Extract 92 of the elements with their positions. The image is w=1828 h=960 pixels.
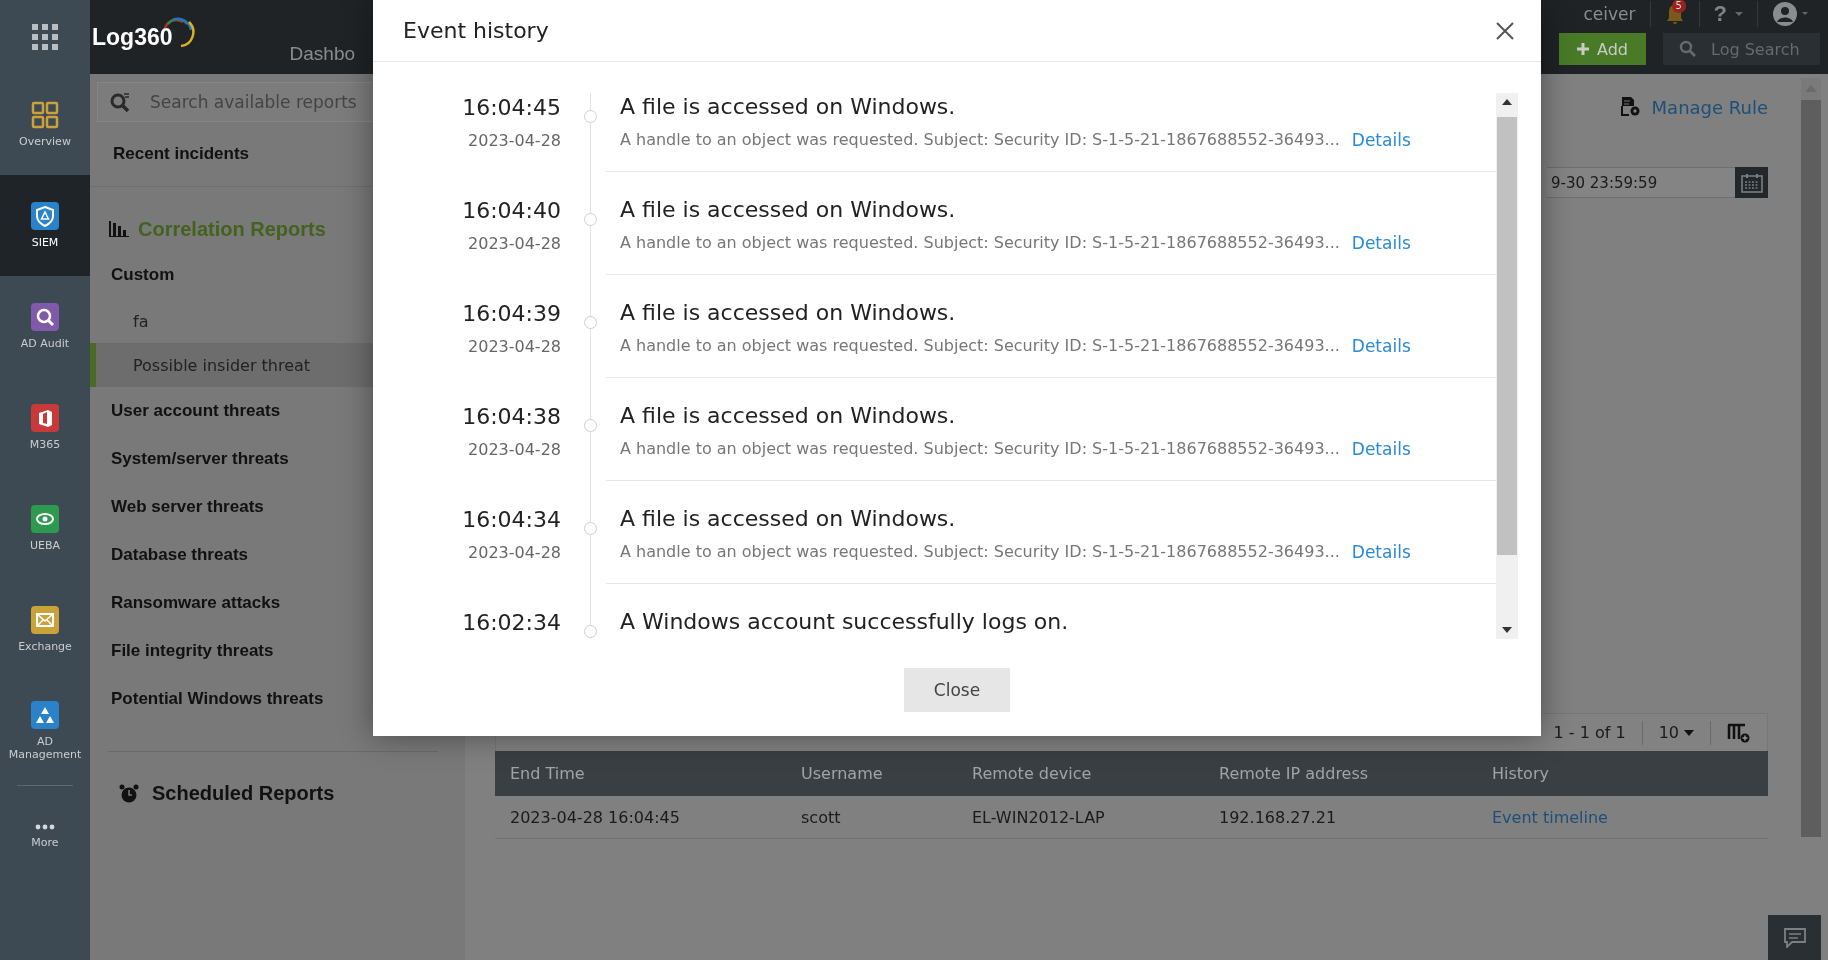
event-description: A handle to an object was requested. Subject: Security ID: S-1-5-21-1867688552-36493... bbox=[620, 233, 1340, 253]
event-time: 16:04:39 bbox=[462, 301, 561, 327]
notification-button[interactable]: 5 bbox=[1664, 3, 1685, 25]
search-icon bbox=[1679, 40, 1697, 58]
dashboard-tab[interactable]: Dashbo bbox=[289, 43, 356, 65]
document-gear-icon bbox=[1619, 96, 1642, 118]
table-cell: 192.168.27.21 bbox=[1204, 796, 1477, 839]
table-cell: 2023-04-28 16:04:45 bbox=[495, 796, 786, 839]
page-size-dropdown[interactable]: 10 bbox=[1658, 723, 1694, 742]
event-time: 16:02:34 bbox=[462, 610, 561, 636]
columns-add-icon[interactable] bbox=[1727, 722, 1751, 743]
timeline-dot bbox=[584, 522, 597, 535]
column-header: History bbox=[1477, 751, 1768, 796]
date-range-field[interactable]: 9-30 23:59:59 bbox=[1547, 167, 1735, 198]
event-date: 2023-04-28 bbox=[468, 234, 561, 253]
caret-up-icon[interactable] bbox=[1502, 99, 1512, 105]
details-link[interactable]: Details bbox=[1351, 542, 1411, 562]
event-timeline-link[interactable]: Event timeline bbox=[1492, 807, 1608, 827]
section-title[interactable]: Scheduled Reports bbox=[152, 782, 335, 805]
add-button[interactable]: Add bbox=[1559, 33, 1646, 65]
timeline-dot bbox=[584, 625, 597, 638]
bar-chart-icon bbox=[109, 221, 129, 237]
event-title: A file is accessed on Windows. bbox=[620, 197, 957, 223]
event-date: 2023-04-28 bbox=[468, 337, 561, 356]
event-description: A handle to an object was requested. Subject: Security ID: S-1-5-21-1867688552-36493... bbox=[620, 542, 1340, 562]
event-time: 16:04:45 bbox=[462, 95, 561, 121]
grid-icon bbox=[31, 101, 59, 129]
calendar-button[interactable] bbox=[1735, 167, 1768, 198]
close-button[interactable]: Close bbox=[904, 668, 1010, 712]
event-title: A file is accessed on Windows. bbox=[620, 94, 957, 120]
plus-icon bbox=[1577, 43, 1589, 55]
pagination-text: 1 - 1 of 1 bbox=[1553, 723, 1626, 742]
alarm-clock-icon bbox=[119, 783, 139, 804]
caret-icon bbox=[1735, 12, 1743, 16]
manage-rule-link[interactable]: Manage Rule bbox=[1619, 92, 1768, 122]
column-header: Remote device bbox=[957, 751, 1204, 796]
column-header: Username bbox=[786, 751, 957, 796]
dots-icon bbox=[35, 824, 55, 830]
rail-item[interactable]: UEBA bbox=[0, 478, 90, 579]
rail-item[interactable]: Exchange bbox=[0, 579, 90, 680]
triangles-icon bbox=[31, 700, 59, 729]
column-header: Remote IP address bbox=[1204, 751, 1477, 796]
eye-icon bbox=[31, 505, 59, 533]
receiver-link[interactable]: ceiver bbox=[1583, 4, 1636, 24]
office-icon bbox=[31, 404, 59, 432]
timeline-dot bbox=[584, 316, 597, 329]
event-time: 16:04:40 bbox=[462, 198, 561, 224]
caret-icon bbox=[1684, 729, 1694, 736]
event-title: A file is accessed on Windows. bbox=[620, 506, 957, 532]
event-description: A handle to an object was requested. Subject: Security ID: S-1-5-21-1867688552-36493... bbox=[620, 336, 1340, 356]
timeline-dot bbox=[584, 419, 597, 432]
more-button[interactable]: More bbox=[0, 786, 90, 887]
event-date: 2023-04-28 bbox=[468, 543, 561, 562]
shield-icon bbox=[31, 202, 59, 230]
caret-down-icon[interactable] bbox=[1502, 627, 1512, 633]
envelope-icon bbox=[31, 606, 59, 634]
event-date: 2023-04-28 bbox=[468, 131, 561, 150]
help-menu[interactable]: ? bbox=[1713, 1, 1743, 27]
details-link[interactable]: Details bbox=[1351, 233, 1411, 253]
event-time: 16:04:38 bbox=[462, 404, 561, 430]
details-link[interactable]: Details bbox=[1351, 130, 1411, 150]
event-title: A file is accessed on Windows. bbox=[620, 300, 957, 326]
logo-text: Log360 bbox=[92, 24, 173, 51]
app-grid-icon[interactable] bbox=[31, 23, 59, 51]
event-title: A Windows account successfully logs on. bbox=[620, 609, 1070, 635]
event-description: A handle to an object was requested. Subject: Security ID: S-1-5-21-1867688552-36493... bbox=[620, 130, 1340, 150]
event-date: 2023-04-28 bbox=[468, 440, 561, 459]
calendar-icon bbox=[1740, 172, 1763, 193]
details-link[interactable]: Details bbox=[1351, 336, 1411, 356]
scrollbar[interactable] bbox=[1801, 78, 1821, 837]
log-search-button[interactable]: Log Search bbox=[1663, 33, 1820, 65]
rail-item[interactable]: AD Management bbox=[0, 680, 90, 781]
section-title: Correlation Reports bbox=[138, 217, 326, 241]
timeline-dot bbox=[584, 110, 597, 123]
details-link[interactable]: Details bbox=[1351, 439, 1411, 459]
close-icon[interactable] bbox=[1496, 21, 1514, 40]
table-cell: EL-WIN2012-LAP bbox=[957, 796, 1204, 839]
rail-item[interactable]: M365 bbox=[0, 377, 90, 478]
timeline-dot bbox=[584, 213, 597, 226]
rail-item[interactable]: Overview bbox=[0, 74, 90, 175]
column-header: End Time bbox=[495, 751, 786, 796]
event-title: A file is accessed on Windows. bbox=[620, 403, 957, 429]
rail-item[interactable]: SIEM bbox=[0, 175, 90, 276]
chat-icon bbox=[1783, 927, 1806, 948]
dialog-title: Event history bbox=[403, 18, 549, 43]
table-cell: scott bbox=[786, 796, 957, 839]
rail-item[interactable]: AD Audit bbox=[0, 276, 90, 377]
event-time: 16:04:34 bbox=[462, 507, 561, 533]
scrollbar[interactable] bbox=[1496, 93, 1518, 639]
magnifier-icon bbox=[31, 303, 59, 331]
chat-button[interactable] bbox=[1768, 915, 1821, 960]
event-description: A handle to an object was requested. Subject: Security ID: S-1-5-21-1867688552-36493... bbox=[620, 439, 1340, 459]
